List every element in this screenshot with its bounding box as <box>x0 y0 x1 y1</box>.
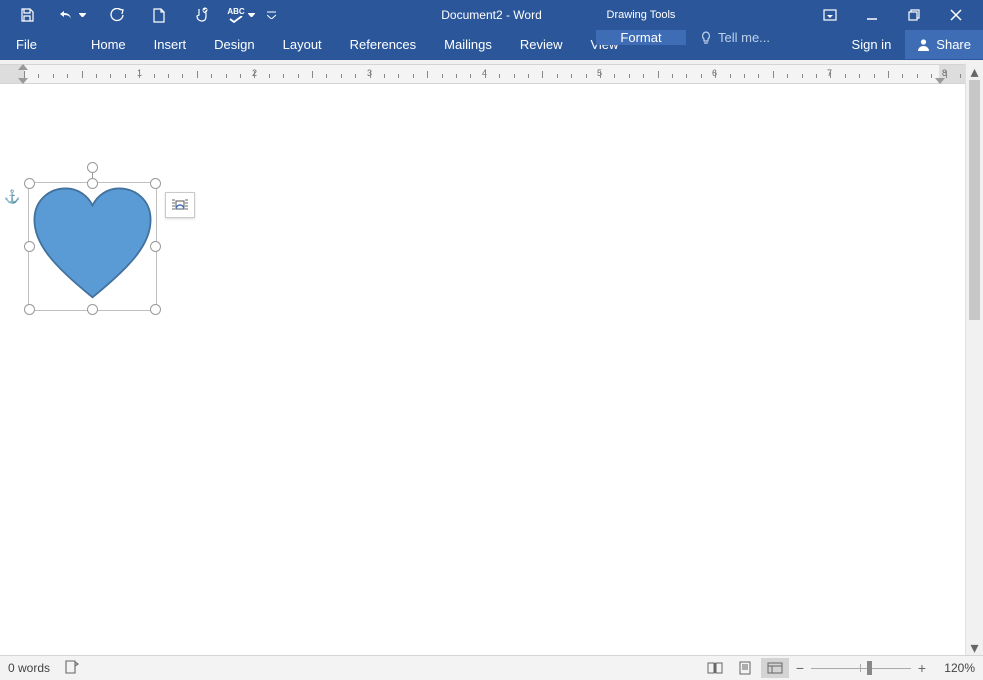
share-button[interactable]: Share <box>905 30 983 59</box>
new-doc-icon <box>153 8 165 23</box>
vertical-scrollbar[interactable]: ▴ ▾ <box>965 63 983 656</box>
proofing-status-icon <box>64 660 80 674</box>
layout-options-button[interactable] <box>165 192 195 218</box>
zoom-in-button[interactable]: + <box>913 660 931 676</box>
tab-design[interactable]: Design <box>200 30 268 59</box>
ribbon-tabs: File Home Insert Design Layout Reference… <box>0 30 983 60</box>
tab-references[interactable]: References <box>336 30 430 59</box>
redo-button[interactable] <box>96 0 138 30</box>
customize-qat-button[interactable] <box>260 0 282 30</box>
heart-shape[interactable] <box>32 186 153 307</box>
minimize-button[interactable] <box>851 0 893 30</box>
save-icon <box>20 8 34 22</box>
touch-mode-icon <box>193 7 209 23</box>
restore-icon <box>908 9 920 21</box>
tell-me-placeholder: Tell me... <box>718 30 770 45</box>
first-line-indent-marker[interactable] <box>18 64 28 70</box>
tell-me-search[interactable]: Tell me... <box>690 30 780 45</box>
ribbon-options-icon <box>823 9 837 21</box>
sign-in-button[interactable]: Sign in <box>838 30 906 59</box>
tab-insert[interactable]: Insert <box>140 30 201 59</box>
zoom-level[interactable]: 120% <box>933 661 975 675</box>
zoom-out-button[interactable]: − <box>791 660 809 676</box>
zoom-slider-thumb[interactable] <box>867 661 872 675</box>
contextual-tab-title: Drawing Tools <box>596 9 686 21</box>
read-mode-button[interactable] <box>701 658 729 678</box>
layout-options-icon <box>171 198 189 212</box>
chevron-down-icon <box>248 13 255 17</box>
save-button[interactable] <box>6 0 48 30</box>
close-icon <box>950 9 962 21</box>
close-button[interactable] <box>935 0 977 30</box>
read-mode-icon <box>707 662 723 674</box>
anchor-icon[interactable]: ⚓ <box>4 189 20 205</box>
window-controls <box>809 0 977 30</box>
tab-mailings[interactable]: Mailings <box>430 30 506 59</box>
scroll-down-button[interactable]: ▾ <box>966 639 983 656</box>
undo-icon <box>59 8 75 22</box>
customize-qat-icon <box>267 11 276 19</box>
proofing-status-button[interactable] <box>64 660 80 677</box>
quick-access-toolbar: ABC <box>6 0 282 30</box>
tab-format[interactable]: Format <box>596 30 686 45</box>
print-layout-icon <box>738 661 752 675</box>
word-count[interactable]: 0 words <box>8 661 50 675</box>
print-layout-button[interactable] <box>731 658 759 678</box>
zoom-slider[interactable] <box>811 658 911 678</box>
touch-mode-button[interactable] <box>180 0 222 30</box>
horizontal-ruler[interactable]: 1 2 3 4 5 6 7 8 <box>0 65 983 84</box>
scroll-up-button[interactable]: ▴ <box>966 63 983 80</box>
chevron-down-icon <box>79 13 86 17</box>
redo-icon <box>110 8 124 22</box>
web-layout-icon <box>767 662 783 674</box>
spellcheck-button[interactable]: ABC <box>222 0 260 30</box>
spellcheck-icon: ABC <box>227 8 244 16</box>
ribbon-display-options-button[interactable] <box>809 0 851 30</box>
title-bar: ABC Document2 - Word Drawing Tools <box>0 0 983 30</box>
tab-review[interactable]: Review <box>506 30 577 59</box>
tab-layout[interactable]: Layout <box>269 30 336 59</box>
share-label: Share <box>936 37 971 52</box>
new-doc-button[interactable] <box>138 0 180 30</box>
window-title: Document2 - Word <box>441 8 541 22</box>
shape-selection-box[interactable] <box>28 182 157 311</box>
rotate-handle[interactable] <box>87 162 98 173</box>
scroll-thumb[interactable] <box>969 80 980 320</box>
restore-button[interactable] <box>893 0 935 30</box>
status-bar: 0 words − + 120% <box>0 655 983 680</box>
web-layout-button[interactable] <box>761 658 789 678</box>
tab-home[interactable]: Home <box>77 30 140 59</box>
lightbulb-icon <box>700 31 712 45</box>
tab-file[interactable]: File <box>0 30 53 59</box>
minimize-icon <box>866 9 878 21</box>
document-canvas[interactable]: ⚓ <box>0 84 983 658</box>
undo-button[interactable] <box>48 0 96 30</box>
person-icon <box>917 38 930 51</box>
